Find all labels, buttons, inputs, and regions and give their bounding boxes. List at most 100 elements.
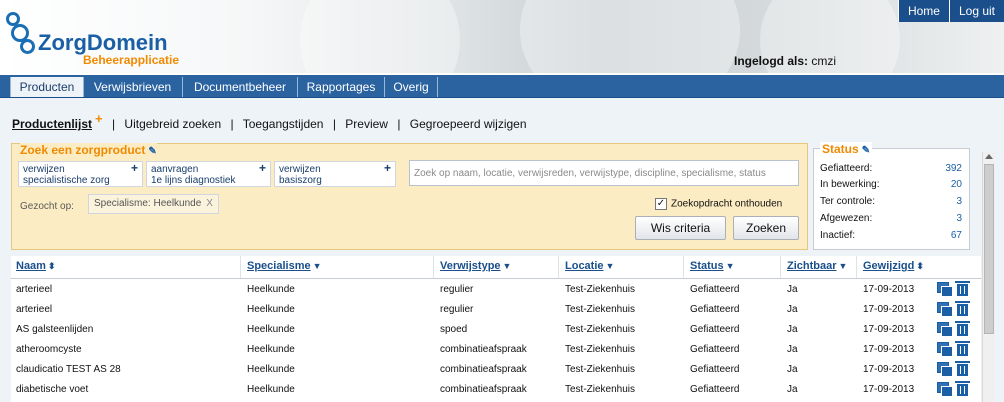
- table-row[interactable]: AS galsteenlijden Heelkunde spoed Test-Z…: [11, 319, 981, 339]
- cell-gewijzigd: 17-09-2013: [863, 364, 915, 375]
- column-header-zichtbaar[interactable]: Zichtbaar ▼: [787, 260, 847, 272]
- table-row[interactable]: atheroomcyste Heelkunde combinatieafspra…: [11, 339, 981, 359]
- column-divider: [558, 256, 559, 278]
- subnav-uitgebreid-zoeken[interactable]: Uitgebreid zoeken: [124, 117, 221, 131]
- plus-icon: +: [258, 161, 266, 175]
- column-header-label: Naam: [16, 260, 46, 272]
- status-row[interactable]: Inactief: 67: [820, 230, 962, 241]
- cell-naam[interactable]: arterieel: [16, 304, 52, 315]
- scroll-up-arrow-icon[interactable]: [985, 154, 993, 159]
- remember-search[interactable]: ✓ Zoekopdracht onthouden: [655, 198, 782, 210]
- column-header-label: Locatie: [565, 260, 604, 272]
- login-info: Ingelogd als: cmzi: [734, 54, 836, 68]
- cell-locatie: Test-Ziekenhuis: [565, 284, 636, 295]
- tab-producten[interactable]: Producten: [10, 77, 84, 97]
- cell-naam[interactable]: AS galsteenlijden: [16, 324, 93, 335]
- clear-criteria-button[interactable]: Wis criteria: [635, 216, 726, 240]
- cell-gewijzigd: 17-09-2013: [863, 284, 915, 295]
- tab-verwijsbrieven[interactable]: Verwijsbrieven: [83, 77, 183, 97]
- subnav-separator: |: [230, 117, 234, 131]
- logo-subtitle: Beheerapplicatie: [83, 53, 180, 67]
- scrollbar-thumb[interactable]: [984, 164, 994, 334]
- sort-down-icon[interactable]: ▼: [503, 261, 512, 271]
- trash-icon[interactable]: [955, 301, 970, 316]
- subnav-productenlijst[interactable]: Productenlijst: [12, 117, 92, 131]
- copy-icon[interactable]: [937, 302, 953, 317]
- copy-icon[interactable]: [937, 342, 953, 357]
- remove-filter-icon[interactable]: X: [206, 198, 213, 209]
- cell-naam[interactable]: arterieel: [16, 284, 52, 295]
- cell-verwijstype: combinatieafspraak: [440, 344, 527, 355]
- cell-status: Gefiatteerd: [690, 284, 740, 295]
- searched-label: Gezocht op:: [20, 201, 74, 212]
- chip-aanvragen-1e-lijns-diagnostiek[interactable]: aanvragen 1e lijns diagnostiek +: [146, 161, 271, 187]
- search-input[interactable]: Zoek op naam, locatie, verwijsreden, ver…: [409, 160, 799, 186]
- copy-icon[interactable]: [937, 382, 953, 397]
- home-link[interactable]: Home: [897, 0, 949, 22]
- table-row[interactable]: arterieel Heelkunde regulier Test-Zieken…: [11, 299, 981, 319]
- login-label: Ingelogd als:: [734, 54, 809, 68]
- table-row[interactable]: arterieel Heelkunde regulier Test-Zieken…: [11, 279, 981, 299]
- subnav-gegroepeerd-wijzigen[interactable]: Gegroepeerd wijzigen: [410, 117, 527, 131]
- status-value[interactable]: 20: [951, 179, 962, 190]
- cell-gewijzigd: 17-09-2013: [863, 384, 915, 395]
- cell-naam[interactable]: atheroomcyste: [16, 344, 82, 355]
- status-row[interactable]: Gefiatteerd: 392: [820, 163, 962, 174]
- edit-pencil-icon[interactable]: ✎: [862, 145, 870, 156]
- chip-verwijzen-specialistische-zorg[interactable]: verwijzen specialistische zorg +: [18, 161, 143, 187]
- status-row[interactable]: Afgewezen: 3: [820, 213, 962, 224]
- edit-pencil-icon[interactable]: ✎: [148, 146, 156, 157]
- trash-icon[interactable]: [955, 281, 970, 296]
- sort-both-icon[interactable]: ⬍: [48, 261, 56, 272]
- tab-overig[interactable]: Overig: [385, 77, 438, 97]
- chip-verwijzen-basiszorg[interactable]: verwijzen basiszorg +: [274, 161, 396, 187]
- status-row[interactable]: Ter controle: 3: [820, 196, 962, 207]
- tab-documentbeheer[interactable]: Documentbeheer: [183, 77, 298, 97]
- sort-both-icon[interactable]: ⬍: [916, 261, 924, 272]
- copy-icon[interactable]: [937, 322, 953, 337]
- cell-naam[interactable]: claudicatio TEST AS 28: [16, 364, 121, 375]
- column-header-verwijstype[interactable]: Verwijstype ▼: [440, 260, 511, 272]
- status-value[interactable]: 3: [956, 213, 962, 224]
- cell-naam[interactable]: diabetische voet: [16, 384, 88, 395]
- cell-status: Gefiatteerd: [690, 324, 740, 335]
- status-label: Inactief:: [820, 230, 856, 241]
- trash-icon[interactable]: [955, 321, 970, 336]
- column-header-status[interactable]: Status ▼: [690, 260, 735, 272]
- add-product-icon[interactable]: +: [95, 111, 103, 126]
- trash-icon[interactable]: [955, 361, 970, 376]
- remember-checkbox[interactable]: ✓: [655, 198, 667, 210]
- sort-down-icon[interactable]: ▼: [606, 261, 615, 271]
- sort-down-icon[interactable]: ▼: [839, 261, 848, 271]
- copy-icon[interactable]: [937, 362, 953, 377]
- cell-locatie: Test-Ziekenhuis: [565, 304, 636, 315]
- trash-icon[interactable]: [955, 341, 970, 356]
- column-header-naam[interactable]: Naam ⬍: [16, 260, 56, 272]
- products-table: Naam ⬍ Specialisme ▼ Verwijstype ▼ Locatie ▼…: [11, 256, 981, 402]
- column-header-gewijzigd[interactable]: Gewijzigd ⬍: [863, 260, 924, 272]
- copy-icon[interactable]: [937, 282, 953, 297]
- header-banner: ZorgDomein Beheerapplicatie Home Log uit…: [0, 0, 1004, 73]
- tab-rapportages[interactable]: Rapportages: [298, 77, 385, 97]
- trash-icon[interactable]: [955, 381, 970, 396]
- filter-icon[interactable]: ▼: [313, 261, 322, 271]
- table-row[interactable]: diabetische voet Heelkunde combinatieafs…: [11, 379, 981, 399]
- column-header-locatie[interactable]: Locatie ▼: [565, 260, 614, 272]
- status-value[interactable]: 67: [951, 230, 962, 241]
- active-filter-chip[interactable]: Specialisme: Heelkunde X: [88, 194, 219, 214]
- status-value[interactable]: 392: [945, 163, 962, 174]
- cell-gewijzigd: 17-09-2013: [863, 324, 915, 335]
- column-header-specialisme[interactable]: Specialisme ▼: [247, 260, 322, 272]
- status-value[interactable]: 3: [956, 196, 962, 207]
- login-user: cmzi: [811, 54, 837, 68]
- vertical-scrollbar[interactable]: [982, 152, 995, 402]
- logout-link[interactable]: Log uit: [948, 0, 1004, 22]
- subnav-toegangstijden[interactable]: Toegangstijden: [243, 117, 324, 131]
- filter-chip-text: Specialisme: Heelkunde: [94, 198, 202, 209]
- search-button[interactable]: Zoeken: [733, 216, 799, 240]
- table-row[interactable]: claudicatio TEST AS 28 Heelkunde combina…: [11, 359, 981, 379]
- sort-down-icon[interactable]: ▼: [726, 261, 735, 271]
- status-row[interactable]: In bewerking: 20: [820, 179, 962, 190]
- column-header-label: Verwijstype: [440, 260, 501, 272]
- subnav-preview[interactable]: Preview: [345, 117, 388, 131]
